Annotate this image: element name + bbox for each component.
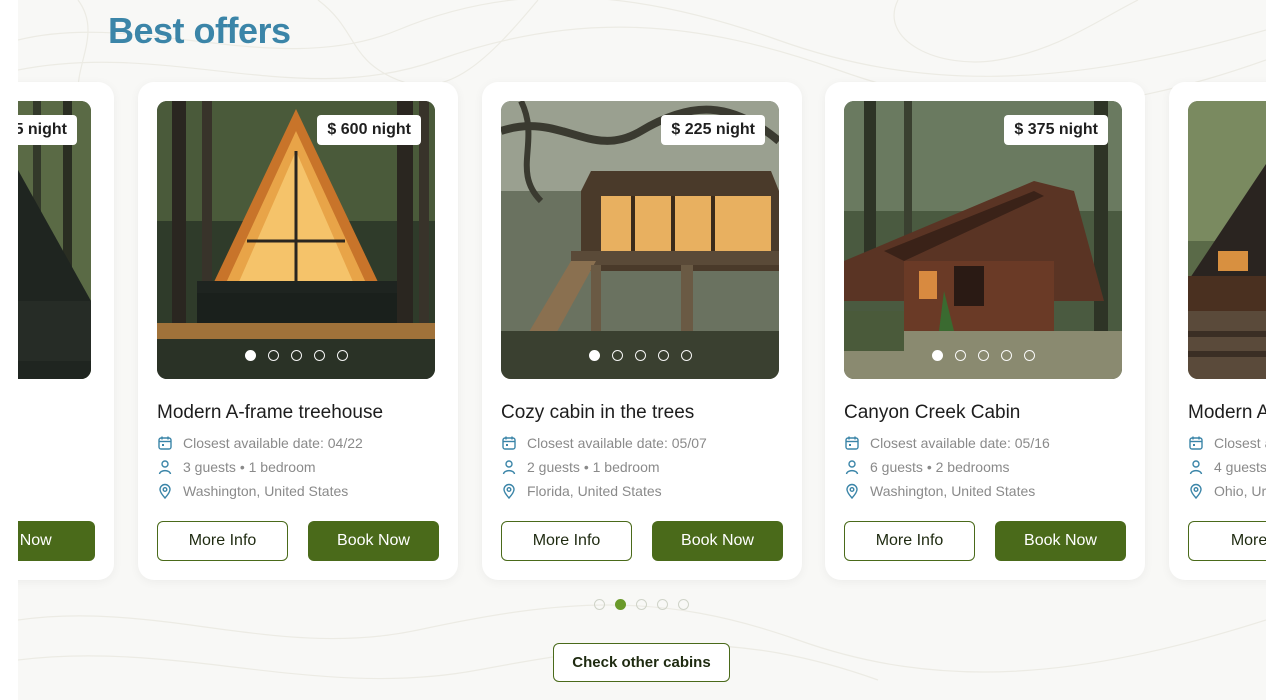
photo-dot[interactable] bbox=[244, 350, 256, 361]
price-tag: $ 600 night bbox=[317, 115, 421, 145]
calendar-icon bbox=[845, 436, 859, 450]
person-icon bbox=[1189, 460, 1203, 475]
availability-text: Closest a bbox=[1214, 435, 1266, 451]
availability-row: Closest available date: 05/07 bbox=[501, 435, 707, 451]
price-tag: $ 225 night bbox=[661, 115, 765, 145]
person-icon bbox=[158, 460, 172, 475]
photo-dot[interactable] bbox=[290, 350, 302, 361]
more-info-button[interactable]: More Info bbox=[501, 521, 632, 561]
photo-dot[interactable] bbox=[336, 350, 348, 361]
location-row: Ohio, Ur bbox=[1188, 483, 1266, 499]
cabin-photo[interactable]: $ 225 night bbox=[501, 101, 779, 379]
person-icon bbox=[502, 460, 516, 475]
location-pin-icon bbox=[159, 483, 171, 499]
price-tag: 5 night bbox=[18, 115, 77, 145]
photo-dot[interactable] bbox=[267, 350, 279, 361]
location-pin-icon bbox=[1190, 483, 1202, 499]
cabin-photo[interactable]: $ 600 night bbox=[157, 101, 435, 379]
carousel-dot[interactable] bbox=[594, 599, 605, 610]
guests-row: 2 guests • 1 bedroom bbox=[501, 459, 660, 475]
cabin-photo[interactable] bbox=[1188, 101, 1266, 379]
photo-dot[interactable] bbox=[588, 350, 600, 361]
availability-row: Closest available date: 04/22 bbox=[157, 435, 363, 451]
carousel-dot-active[interactable] bbox=[615, 599, 626, 610]
availability-row: Closest a bbox=[1188, 435, 1266, 451]
availability-text: Closest available date: 05/16 bbox=[870, 435, 1050, 451]
photo-dot[interactable] bbox=[634, 350, 646, 361]
calendar-icon bbox=[502, 436, 516, 450]
cabin-name: Cozy cabin in the trees bbox=[501, 402, 695, 423]
photo-dot[interactable] bbox=[931, 350, 943, 361]
photo-slider-dots bbox=[157, 350, 435, 361]
book-now-button[interactable]: k Now bbox=[18, 521, 95, 561]
more-info-button[interactable]: More I bbox=[1188, 521, 1266, 561]
price-tag: $ 375 night bbox=[1004, 115, 1108, 145]
guests-row: 4 guests bbox=[1188, 459, 1266, 475]
photo-slider-dots bbox=[844, 350, 1122, 361]
photo-dot[interactable] bbox=[680, 350, 692, 361]
guests-text: 4 guests bbox=[1214, 459, 1266, 475]
calendar-icon bbox=[1189, 436, 1203, 450]
photo-dot[interactable] bbox=[657, 350, 669, 361]
guests-text: 3 guests • 1 bedroom bbox=[183, 459, 316, 475]
carousel-dot[interactable] bbox=[657, 599, 668, 610]
offer-card[interactable]: $ 225 night Cozy cabin in the trees Clos… bbox=[482, 82, 802, 580]
carousel-dot[interactable] bbox=[678, 599, 689, 610]
cabin-name: Canyon Creek Cabin bbox=[844, 402, 1021, 423]
guests-row: 6 guests • 2 bedrooms bbox=[844, 459, 1010, 475]
more-info-button[interactable]: More Info bbox=[157, 521, 288, 561]
person-icon bbox=[845, 460, 859, 475]
location-row: Florida, United States bbox=[501, 483, 662, 499]
photo-dot[interactable] bbox=[313, 350, 325, 361]
availability-text: Closest available date: 05/07 bbox=[527, 435, 707, 451]
offer-card[interactable]: $ 600 night Modern A-frame treehouse Clo… bbox=[138, 82, 458, 580]
availability-row: Closest available date: 05/16 bbox=[844, 435, 1050, 451]
more-info-button[interactable]: More Info bbox=[844, 521, 975, 561]
offer-card[interactable]: $ 375 night Canyon Creek Cabin Closest a… bbox=[825, 82, 1145, 580]
location-pin-icon bbox=[846, 483, 858, 499]
guests-text: 6 guests • 2 bedrooms bbox=[870, 459, 1010, 475]
photo-dot[interactable] bbox=[954, 350, 966, 361]
location-text: Washington, United States bbox=[870, 483, 1036, 499]
location-pin-icon bbox=[503, 483, 515, 499]
photo-dot[interactable] bbox=[1023, 350, 1035, 361]
check-other-cabins-button[interactable]: Check other cabins bbox=[553, 643, 730, 682]
guests-row: 3 guests • 1 bedroom bbox=[157, 459, 316, 475]
location-text: Washington, United States bbox=[183, 483, 349, 499]
calendar-icon bbox=[158, 436, 172, 450]
carousel-pagination bbox=[594, 599, 689, 610]
photo-dot[interactable] bbox=[1000, 350, 1012, 361]
photo-dot[interactable] bbox=[977, 350, 989, 361]
photo-dot[interactable] bbox=[611, 350, 623, 361]
offers-section: Best offers 5 night k Now bbox=[18, 0, 1266, 700]
guests-text: 2 guests • 1 bedroom bbox=[527, 459, 660, 475]
cabin-name: Modern A bbox=[1188, 402, 1266, 423]
book-now-button[interactable]: Book Now bbox=[652, 521, 783, 561]
offer-card-partial-left[interactable]: 5 night k Now bbox=[18, 82, 114, 580]
location-row: Washington, United States bbox=[844, 483, 1035, 499]
location-text: Florida, United States bbox=[527, 483, 662, 499]
offer-card-partial-right[interactable]: Modern A Closest a 4 guests Ohio, Ur Mor… bbox=[1169, 82, 1266, 580]
cabin-photo[interactable]: $ 375 night bbox=[844, 101, 1122, 379]
book-now-button[interactable]: Book Now bbox=[308, 521, 439, 561]
carousel-dot[interactable] bbox=[636, 599, 647, 610]
cabin-name: Modern A-frame treehouse bbox=[157, 402, 384, 423]
location-text: Ohio, Ur bbox=[1214, 483, 1266, 499]
photo-slider-dots bbox=[501, 350, 779, 361]
section-title: Best offers bbox=[108, 10, 291, 51]
book-now-button[interactable]: Book Now bbox=[995, 521, 1126, 561]
location-row: Washington, United States bbox=[157, 483, 348, 499]
availability-text: Closest available date: 04/22 bbox=[183, 435, 363, 451]
cabin-photo[interactable]: 5 night bbox=[18, 101, 91, 379]
